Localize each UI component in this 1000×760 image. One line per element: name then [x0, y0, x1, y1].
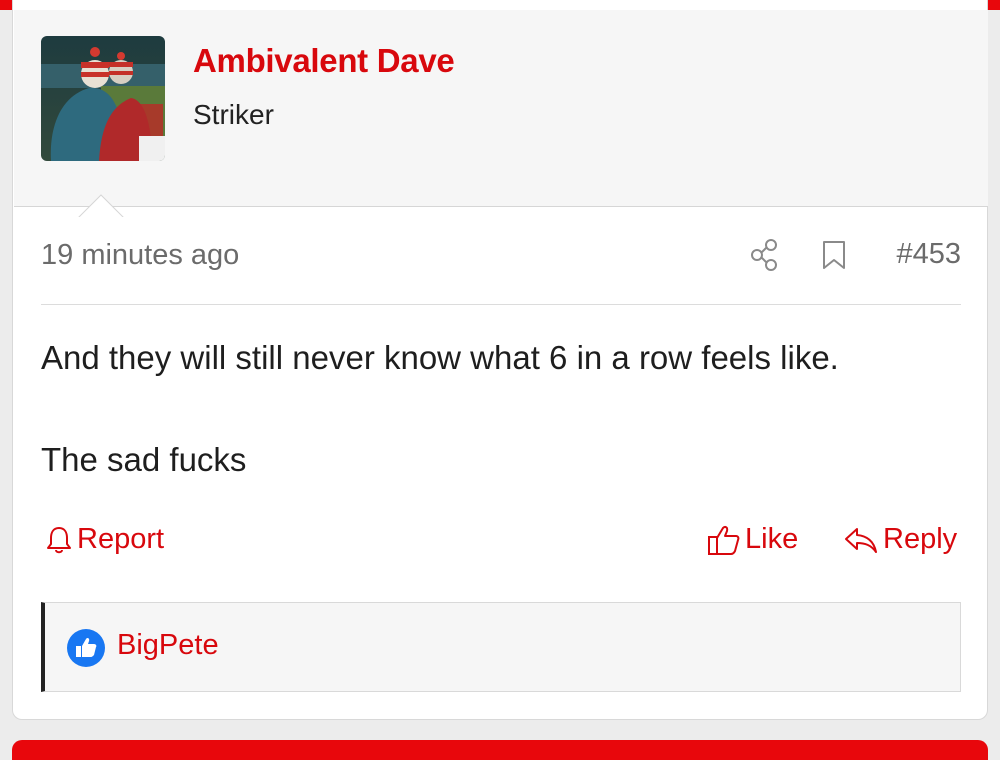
bookmark-icon[interactable] [821, 240, 847, 270]
post-meta-row: 19 minutes ago #453 [41, 236, 961, 276]
post-author-name[interactable]: Ambivalent Dave [193, 42, 455, 80]
user-block-pointer [78, 194, 124, 218]
meta-divider [41, 304, 961, 305]
forum-post: Ambivalent Dave Striker 19 minutes ago #… [12, 0, 988, 720]
bell-icon [47, 526, 71, 553]
reply-button[interactable]: Reply [843, 523, 957, 556]
post-body-paragraph: The sad fucks [41, 441, 247, 478]
user-avatar[interactable] [41, 36, 165, 161]
post-body: And they will still never know what 6 in… [41, 336, 971, 482]
reply-arrow-icon [845, 527, 877, 553]
share-icon[interactable] [749, 238, 779, 272]
next-post-accent-bar [12, 740, 988, 760]
post-author-title: Striker [193, 99, 274, 130]
like-button[interactable]: Like [707, 523, 798, 556]
post-body-paragraph: And they will still never know what 6 in… [41, 339, 839, 376]
like-label: Like [745, 523, 799, 555]
reaction-user-link[interactable]: BigPete [117, 629, 219, 662]
like-reaction-icon [67, 629, 105, 667]
post-number-link[interactable]: #453 [896, 238, 961, 271]
report-label: Report [77, 523, 165, 555]
post-actions: Report Like Reply [41, 523, 963, 567]
reply-label: Reply [883, 523, 958, 555]
thumbs-up-icon [708, 525, 740, 555]
post-timestamp[interactable]: 19 minutes ago [41, 239, 239, 272]
report-button[interactable]: Report [45, 523, 164, 556]
reactions-bar: BigPete [41, 602, 961, 692]
post-user-block: Ambivalent Dave Striker [14, 10, 988, 218]
